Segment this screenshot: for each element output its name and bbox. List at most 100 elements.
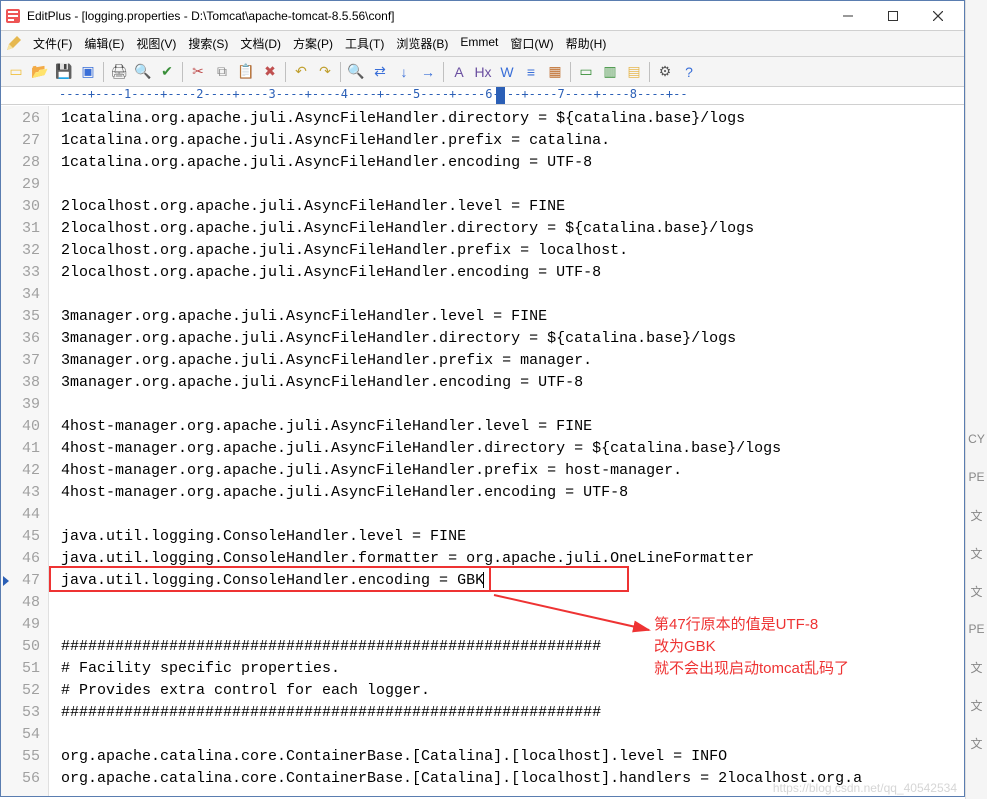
- code-line[interactable]: [61, 724, 964, 746]
- menu-item[interactable]: 浏览器(B): [390, 33, 454, 54]
- line-number: 52: [1, 680, 40, 702]
- code-line[interactable]: 1catalina.org.apache.juli.AsyncFileHandl…: [61, 152, 964, 174]
- code-line[interactable]: 1catalina.org.apache.juli.AsyncFileHandl…: [61, 130, 964, 152]
- code-line[interactable]: 4host-manager.org.apache.juli.AsyncFileH…: [61, 416, 964, 438]
- side-tab[interactable]: 文: [966, 572, 987, 610]
- code-line[interactable]: 4host-manager.org.apache.juli.AsyncFileH…: [61, 438, 964, 460]
- code-line[interactable]: 3manager.org.apache.juli.AsyncFileHandle…: [61, 350, 964, 372]
- undo-icon[interactable]: ↶: [290, 61, 312, 83]
- line-number: 31: [1, 218, 40, 240]
- preview-icon[interactable]: 🔍: [132, 61, 154, 83]
- font-dec-icon[interactable]: A: [448, 61, 470, 83]
- menu-item[interactable]: 编辑(E): [78, 33, 130, 54]
- code-line[interactable]: 2localhost.org.apache.juli.AsyncFileHand…: [61, 240, 964, 262]
- code-area[interactable]: 1catalina.org.apache.juli.AsyncFileHandl…: [49, 106, 964, 796]
- side-tab[interactable]: 文: [966, 534, 987, 572]
- code-line[interactable]: org.apache.catalina.core.ContainerBase.[…: [61, 746, 964, 768]
- menu-item[interactable]: 方案(P): [287, 33, 339, 54]
- terminal-icon[interactable]: ▥: [599, 61, 621, 83]
- code-line[interactable]: ########################################…: [61, 702, 964, 724]
- menu-item[interactable]: 窗口(W): [504, 33, 559, 54]
- menu-item[interactable]: 文件(F): [27, 33, 78, 54]
- line-number: 29: [1, 174, 40, 196]
- line-num-icon[interactable]: ≡: [520, 61, 542, 83]
- side-tab[interactable]: PE: [966, 458, 987, 496]
- chars-icon[interactable]: ▦: [544, 61, 566, 83]
- code-line[interactable]: java.util.logging.ConsoleHandler.encodin…: [61, 570, 964, 592]
- line-number: 37: [1, 350, 40, 372]
- minimize-button[interactable]: [825, 2, 870, 30]
- side-tab[interactable]: 文: [966, 724, 987, 762]
- folder-icon[interactable]: ▤: [623, 61, 645, 83]
- line-number: 32: [1, 240, 40, 262]
- paste-icon[interactable]: 📋: [235, 61, 257, 83]
- hex-icon[interactable]: Hx: [472, 61, 494, 83]
- side-strip: CYPE文文文PE文文文: [965, 0, 987, 799]
- menu-item[interactable]: 工具(T): [339, 33, 390, 54]
- close-button[interactable]: [915, 2, 960, 30]
- window-title: EditPlus - [logging.properties - D:\Tomc…: [27, 9, 825, 23]
- spell-icon[interactable]: ✔: [156, 61, 178, 83]
- code-line[interactable]: [61, 592, 964, 614]
- goto-icon[interactable]: →: [417, 61, 439, 83]
- code-line[interactable]: 4host-manager.org.apache.juli.AsyncFileH…: [61, 482, 964, 504]
- line-number: 39: [1, 394, 40, 416]
- redo-icon[interactable]: ↷: [314, 61, 336, 83]
- side-tab[interactable]: PE: [966, 610, 987, 648]
- code-line[interactable]: 3manager.org.apache.juli.AsyncFileHandle…: [61, 372, 964, 394]
- line-number: 54: [1, 724, 40, 746]
- settings-icon[interactable]: ⚙: [654, 61, 676, 83]
- code-line[interactable]: [61, 394, 964, 416]
- replace-icon[interactable]: ⇄: [369, 61, 391, 83]
- maximize-button[interactable]: [870, 2, 915, 30]
- window-controls: [825, 2, 960, 30]
- copy-icon[interactable]: ⧉: [211, 61, 233, 83]
- new-icon[interactable]: ▭: [5, 61, 27, 83]
- ruler-scale: ----+----1----+----2----+----3----+----4…: [59, 87, 964, 104]
- open-icon[interactable]: 📂: [29, 61, 51, 83]
- code-line[interactable]: 1catalina.org.apache.juli.AsyncFileHandl…: [61, 108, 964, 130]
- print-icon[interactable]: 🖨: [108, 61, 130, 83]
- menu-item[interactable]: 视图(V): [130, 33, 182, 54]
- menu-item[interactable]: 文档(D): [234, 33, 287, 54]
- wrap-icon[interactable]: W: [496, 61, 518, 83]
- delete-icon[interactable]: ✖: [259, 61, 281, 83]
- find-icon[interactable]: 🔍: [345, 61, 367, 83]
- line-number: 40: [1, 416, 40, 438]
- code-line[interactable]: # Provides extra control for each logger…: [61, 680, 964, 702]
- find-next-icon[interactable]: ↓: [393, 61, 415, 83]
- cut-icon[interactable]: ✂: [187, 61, 209, 83]
- menu-item[interactable]: 搜索(S): [182, 33, 234, 54]
- code-line[interactable]: java.util.logging.ConsoleHandler.level =…: [61, 526, 964, 548]
- code-line[interactable]: 2localhost.org.apache.juli.AsyncFileHand…: [61, 196, 964, 218]
- code-line[interactable]: [61, 504, 964, 526]
- editor-area: 2627282930313233343536373839404142434445…: [1, 106, 964, 796]
- line-number: 35: [1, 306, 40, 328]
- code-line[interactable]: 3manager.org.apache.juli.AsyncFileHandle…: [61, 306, 964, 328]
- toolbar-separator: [649, 62, 650, 82]
- browser-icon[interactable]: ▭: [575, 61, 597, 83]
- side-tab[interactable]: 文: [966, 648, 987, 686]
- menu-item[interactable]: 帮助(H): [560, 33, 613, 54]
- code-line[interactable]: [61, 174, 964, 196]
- menu-item[interactable]: Emmet: [454, 33, 504, 54]
- toolbar-separator: [570, 62, 571, 82]
- code-line[interactable]: 2localhost.org.apache.juli.AsyncFileHand…: [61, 218, 964, 240]
- line-number: 26: [1, 108, 40, 130]
- code-line[interactable]: [61, 284, 964, 306]
- side-tab[interactable]: CY: [966, 420, 987, 458]
- code-line[interactable]: 4host-manager.org.apache.juli.AsyncFileH…: [61, 460, 964, 482]
- code-line[interactable]: 2localhost.org.apache.juli.AsyncFileHand…: [61, 262, 964, 284]
- line-number: 44: [1, 504, 40, 526]
- help-icon[interactable]: ?: [678, 61, 700, 83]
- side-tab[interactable]: 文: [966, 686, 987, 724]
- line-number: 55: [1, 746, 40, 768]
- code-line[interactable]: 3manager.org.apache.juli.AsyncFileHandle…: [61, 328, 964, 350]
- save-as-icon[interactable]: ▣: [77, 61, 99, 83]
- menubar: 文件(F)编辑(E)视图(V)搜索(S)文档(D)方案(P)工具(T)浏览器(B…: [1, 31, 964, 57]
- watermark: https://blog.csdn.net/qq_40542534: [773, 781, 957, 795]
- toolbar-separator: [182, 62, 183, 82]
- code-line[interactable]: java.util.logging.ConsoleHandler.formatt…: [61, 548, 964, 570]
- side-tab[interactable]: 文: [966, 496, 987, 534]
- save-icon[interactable]: 💾: [53, 61, 75, 83]
